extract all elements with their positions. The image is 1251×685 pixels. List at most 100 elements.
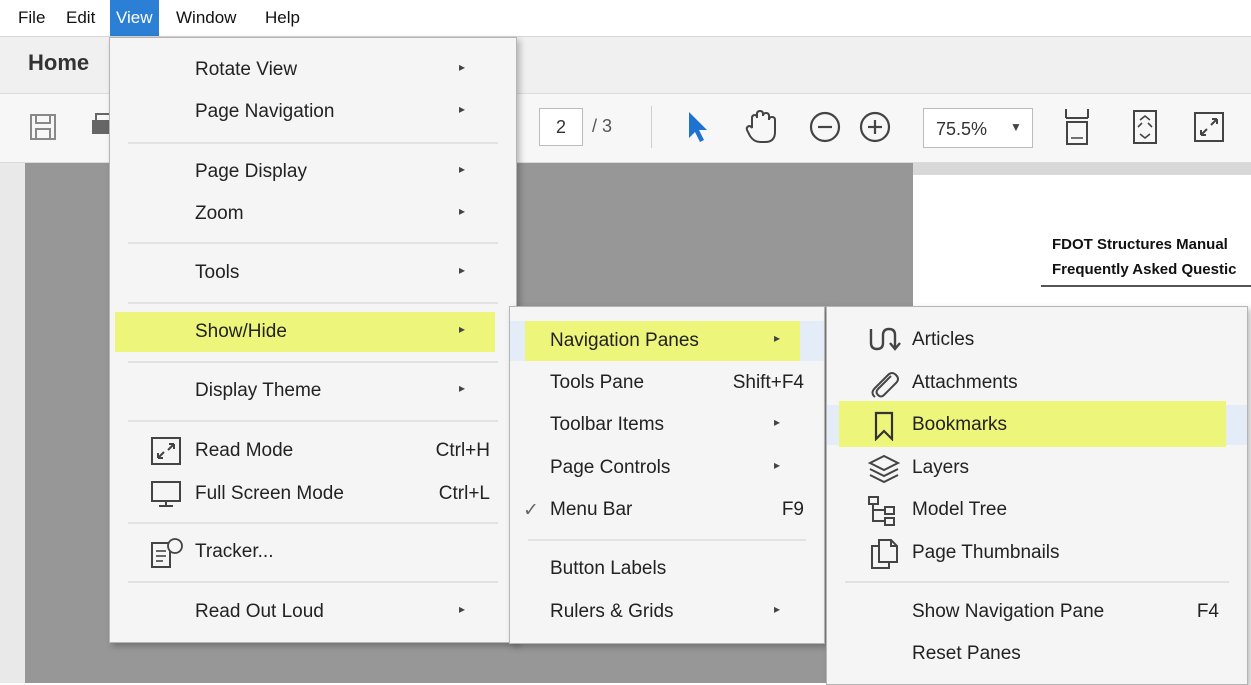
menu-item-shortcut: Ctrl+L <box>438 483 490 504</box>
highlight-marker <box>115 312 495 352</box>
document-rule <box>1041 285 1251 287</box>
print-icon[interactable] <box>90 112 110 142</box>
full-screen-icon[interactable] <box>1192 110 1226 144</box>
menu-separator <box>128 302 498 304</box>
page-edge <box>913 163 1251 175</box>
menu-item-label: Tools <box>195 262 240 283</box>
layers-icon <box>867 454 901 484</box>
menu-separator <box>128 242 498 244</box>
menu-item-display-theme[interactable]: Display Theme ▸ <box>110 371 516 411</box>
submenu-arrow-icon: ▸ <box>459 263 466 277</box>
read-mode-icon <box>151 437 181 465</box>
menu-item-rulers-grids[interactable]: Rulers & Grids ▸ <box>510 592 824 632</box>
menu-item-navigation-panes[interactable]: Navigation Panes ▸ <box>510 321 824 361</box>
monitor-icon <box>151 481 181 507</box>
menu-item-show-navigation-pane[interactable]: Show Navigation Pane F4 <box>827 592 1247 632</box>
menu-item-zoom[interactable]: Zoom ▸ <box>110 194 516 234</box>
bookmark-icon <box>874 411 894 441</box>
submenu-arrow-icon: ▸ <box>774 602 781 616</box>
menu-separator <box>128 420 498 422</box>
menu-file[interactable]: File <box>12 0 51 36</box>
articles-icon <box>869 327 901 351</box>
menu-item-label: Menu Bar <box>550 499 633 520</box>
page-thumbnails-icon <box>871 539 898 569</box>
menu-item-label: Tracker... <box>195 541 274 562</box>
menu-separator <box>528 539 806 541</box>
menu-separator <box>128 581 498 583</box>
hand-tool-icon[interactable] <box>744 108 778 146</box>
paperclip-icon <box>871 372 899 398</box>
menu-item-label: Rotate View <box>195 59 298 80</box>
submenu-arrow-icon: ▸ <box>774 458 781 472</box>
menu-item-toolbar-items[interactable]: Toolbar Items ▸ <box>510 405 824 445</box>
menu-item-label: Reset Panes <box>912 643 1021 664</box>
menu-item-model-tree[interactable]: Model Tree <box>827 490 1247 530</box>
menu-item-label: Show/Hide <box>195 321 287 342</box>
menu-item-page-navigation[interactable]: Page Navigation ▸ <box>110 92 516 132</box>
menu-item-page-display[interactable]: Page Display ▸ <box>110 152 516 192</box>
total-pages: / 3 <box>592 116 613 136</box>
menu-edit[interactable]: Edit <box>60 0 101 36</box>
menu-item-label: Articles <box>912 329 975 350</box>
highlight-marker <box>839 401 1226 447</box>
submenu-arrow-icon: ▸ <box>459 322 466 336</box>
fit-page-icon[interactable] <box>1062 106 1092 148</box>
menu-item-attachments[interactable]: Attachments <box>827 363 1247 403</box>
menu-item-label: Show Navigation Pane <box>912 601 1105 622</box>
select-cursor-icon[interactable] <box>686 110 710 144</box>
menu-item-articles[interactable]: Articles <box>827 320 1247 360</box>
menu-item-tools-pane[interactable]: Tools Pane Shift+F4 <box>510 363 824 403</box>
menu-item-label: Tools Pane <box>550 372 645 393</box>
zoom-dropdown[interactable]: 75.5% ▼ <box>923 108 1033 148</box>
menu-item-label: Navigation Panes <box>550 330 699 351</box>
checkmark-icon: ✓ <box>523 500 539 521</box>
navigation-panes-submenu: Articles Attachments Bookmarks Layers Mo… <box>826 306 1248 685</box>
menu-item-label: Full Screen Mode <box>195 483 344 504</box>
menu-item-label: Zoom <box>195 203 244 224</box>
menu-item-reset-panes[interactable]: Reset Panes <box>827 634 1247 674</box>
menu-item-shortcut: F9 <box>781 499 804 520</box>
menu-bar: File Edit View Window Help <box>0 0 1251 37</box>
save-icon[interactable] <box>28 112 58 142</box>
menu-item-page-thumbnails[interactable]: Page Thumbnails <box>827 533 1247 573</box>
menu-item-label: Page Navigation <box>195 101 335 122</box>
submenu-arrow-icon: ▸ <box>459 162 466 176</box>
current-page-field[interactable]: 2 <box>539 108 583 146</box>
menu-item-shortcut: Shift+F4 <box>732 372 804 393</box>
model-tree-icon <box>868 496 895 526</box>
submenu-arrow-icon: ▸ <box>774 415 781 429</box>
menu-item-page-controls[interactable]: Page Controls ▸ <box>510 448 824 488</box>
zoom-value: 75.5% <box>936 119 988 139</box>
menu-separator <box>128 361 498 363</box>
menu-item-read-mode[interactable]: Read Mode Ctrl+H <box>110 431 516 471</box>
menu-item-read-out-loud[interactable]: Read Out Loud ▸ <box>110 592 516 632</box>
menu-item-tools[interactable]: Tools ▸ <box>110 253 516 293</box>
menu-item-layers[interactable]: Layers <box>827 448 1247 488</box>
toolbar-separator <box>651 106 652 148</box>
menu-item-menu-bar[interactable]: ✓ Menu Bar F9 <box>510 490 824 530</box>
submenu-arrow-icon: ▸ <box>459 204 466 218</box>
menu-item-full-screen-mode[interactable]: Full Screen Mode Ctrl+L <box>110 474 516 514</box>
view-menu: Rotate View ▸ Page Navigation ▸ Page Dis… <box>109 37 517 643</box>
menu-help[interactable]: Help <box>259 0 306 36</box>
zoom-out-icon[interactable] <box>808 110 842 144</box>
zoom-in-icon[interactable] <box>858 110 892 144</box>
menu-view[interactable]: View <box>110 0 159 36</box>
menu-item-label: Read Out Loud <box>195 601 324 622</box>
fit-width-icon[interactable] <box>1130 108 1160 146</box>
submenu-arrow-icon: ▸ <box>774 331 781 345</box>
tracker-icon <box>151 538 183 568</box>
menu-item-button-labels[interactable]: Button Labels <box>510 549 824 589</box>
menu-separator <box>128 522 498 524</box>
document-subheading: Frequently Asked Questic <box>1052 261 1237 278</box>
tab-home[interactable]: Home <box>28 50 89 76</box>
menu-item-label: Read Mode <box>195 440 294 461</box>
chevron-down-icon: ▼ <box>1010 120 1022 134</box>
menu-item-bookmarks[interactable]: Bookmarks <box>827 401 1247 447</box>
menu-item-show-hide[interactable]: Show/Hide ▸ <box>110 312 516 352</box>
menu-item-tracker[interactable]: Tracker... <box>110 532 516 572</box>
menu-item-label: Display Theme <box>195 380 322 401</box>
menu-window[interactable]: Window <box>170 0 242 36</box>
menu-item-rotate-view[interactable]: Rotate View ▸ <box>110 50 516 90</box>
submenu-arrow-icon: ▸ <box>459 60 466 74</box>
